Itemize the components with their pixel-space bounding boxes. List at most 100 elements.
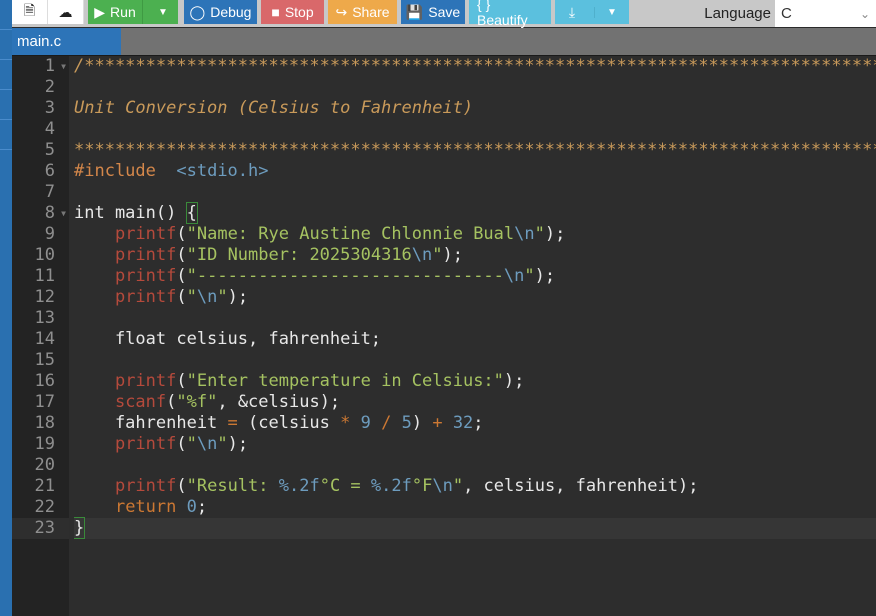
run-button[interactable]: ▶ Run <box>88 0 143 24</box>
code-token: ( <box>176 266 187 286</box>
line-number: 10 <box>34 245 55 265</box>
debug-icon: ◯ <box>189 3 206 20</box>
code-token: "%f" <box>176 392 218 412</box>
line-number: 20 <box>34 455 55 475</box>
line-number: 21 <box>34 476 55 496</box>
debug-label: Debug <box>210 4 252 20</box>
save-button[interactable]: 💾 Save <box>401 0 465 24</box>
line-number: 1 ▼ <box>44 56 66 77</box>
code-token: / <box>370 413 392 433</box>
share-button[interactable]: ↪ Share <box>328 0 397 24</box>
line-number: 12 <box>34 287 55 307</box>
upload-button[interactable]: ☁ <box>48 0 84 24</box>
code-token: (celsius <box>237 413 341 433</box>
line-number: 4 <box>44 119 55 139</box>
side-strip <box>0 0 12 616</box>
stop-label: Stop <box>284 4 314 20</box>
code-line: #include <stdio.h> <box>74 161 269 182</box>
code-token: float celsius, fahrenheit; <box>74 329 382 349</box>
download-icon[interactable]: ⤓ <box>555 4 589 21</box>
code-token: " <box>452 476 464 496</box>
toolbar: 🗎 ☁ ▶ Run ▼ ◯ Debug ■ Stop ↪ Share 💾 Save { }… <box>12 0 876 28</box>
file-icon: 🗎 <box>23 2 36 18</box>
code-token: ( <box>176 476 187 496</box>
code-token: ****************************************… <box>74 140 876 160</box>
code-token: \n <box>411 245 433 265</box>
line-number: 23 <box>34 518 55 538</box>
code-token: ( <box>176 434 187 454</box>
code-token: } <box>74 517 86 539</box>
line-number: 9 <box>44 224 55 244</box>
code-line: printf("ID Number: 2025304316\n"); <box>74 245 463 266</box>
fold-toggle-icon[interactable]: ▼ <box>61 56 66 77</box>
code-area[interactable]: /***************************************… <box>74 56 876 616</box>
code-token: ( <box>166 392 177 412</box>
debug-button[interactable]: ◯ Debug <box>184 0 257 24</box>
code-token: , celsius, fahrenheit); <box>463 476 699 496</box>
code-token: 9 <box>350 413 371 433</box>
code-line: printf("Name: Rye Austine Chlonnie Bual\… <box>74 224 565 245</box>
download-options-dropdown[interactable]: ▼ <box>594 6 629 18</box>
code-line: int main() { <box>74 202 198 224</box>
code-token: ; <box>473 413 484 433</box>
code-token: Unit Conversion (Celsius to Fahrenheit) <box>74 98 474 118</box>
code-token: ); <box>227 287 249 307</box>
code-token: ); <box>503 371 525 391</box>
code-token: printf <box>114 245 177 265</box>
line-number: 3 <box>44 98 55 118</box>
code-line: /***************************************… <box>74 56 876 77</box>
stop-icon: ■ <box>271 4 280 20</box>
code-token: scanf <box>114 392 167 412</box>
language-select[interactable]: C ⌄ <box>775 0 876 27</box>
line-number: 5 <box>44 140 55 160</box>
stop-button[interactable]: ■ Stop <box>261 0 324 24</box>
code-token: ); <box>544 224 566 244</box>
code-token: printf <box>114 266 177 286</box>
code-token: ( <box>176 245 187 265</box>
save-icon: 💾 <box>405 3 424 20</box>
code-token: " <box>432 245 443 265</box>
line-number: 17 <box>34 392 55 412</box>
line-number: 15 <box>34 350 55 370</box>
share-label: Share <box>352 4 390 20</box>
beautify-label: { } Beautify <box>477 0 528 28</box>
code-token: " <box>534 224 545 244</box>
line-number: 2 <box>44 77 55 97</box>
share-icon: ↪ <box>335 3 348 20</box>
code-editor[interactable]: 1 ▼ 2 3 4 5 6 7 8 ▼ 9 10 11 12 13 14 15 16 17 18 19 20 21 22 23 … <box>12 55 876 616</box>
code-line: printf("------------------------------\n… <box>74 266 555 287</box>
code-token: °F <box>411 476 433 496</box>
code-token: + <box>432 413 443 433</box>
line-number: 18 <box>34 413 55 433</box>
code-token: "Result: <box>186 476 279 496</box>
code-token: ( <box>176 287 187 307</box>
fold-toggle-icon[interactable]: ▼ <box>61 203 66 224</box>
code-token: ( <box>176 371 187 391</box>
code-line: printf("\n"); <box>74 287 248 308</box>
run-button-group: ▶ Run ▼ <box>88 0 178 24</box>
code-token: \n <box>196 434 218 454</box>
line-number: 6 <box>44 161 55 181</box>
run-options-dropdown[interactable]: ▼ <box>148 7 178 18</box>
beautify-button[interactable]: { } Beautify <box>469 0 551 28</box>
line-number: 16 <box>34 371 55 391</box>
code-token: "Enter temperature in Celsius:" <box>186 371 504 391</box>
code-token: ); <box>442 245 464 265</box>
code-token: °C = <box>319 476 371 496</box>
code-token: \n <box>503 266 525 286</box>
code-token: %.2f <box>278 476 320 496</box>
chevron-down-icon: ⌄ <box>859 6 870 21</box>
code-token: * <box>340 413 351 433</box>
code-token: printf <box>114 434 177 454</box>
cloud-upload-icon: ☁ <box>58 3 73 20</box>
line-number: 14 <box>34 329 55 349</box>
new-file-button[interactable]: 🗎 <box>12 0 48 24</box>
tab-main-c[interactable]: main.c <box>12 28 121 55</box>
